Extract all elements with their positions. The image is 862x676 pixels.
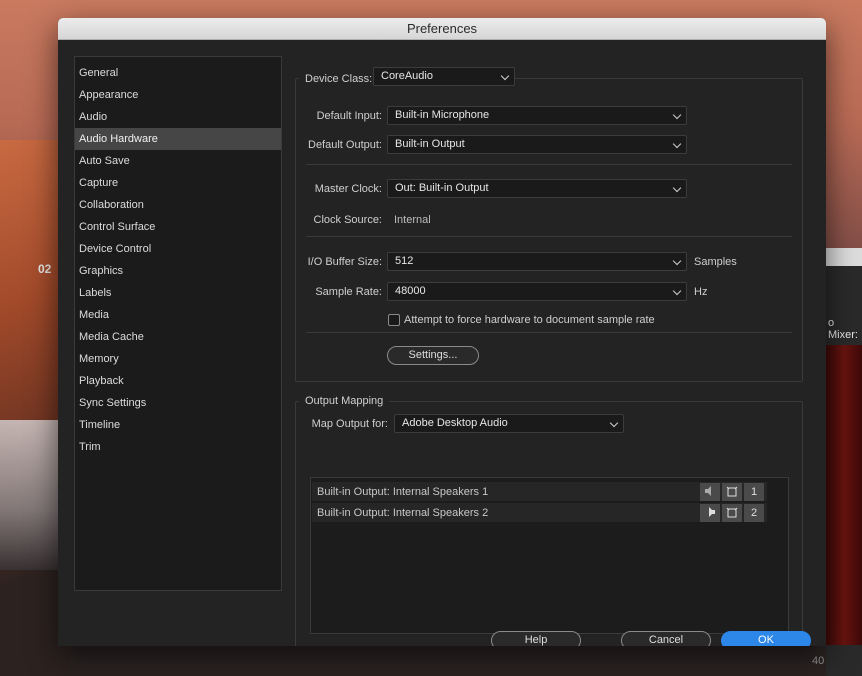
preferences-content: General Appearance Audio Audio Hardware … bbox=[58, 40, 826, 646]
device-class-row: Device Class: bbox=[299, 69, 379, 89]
sidebar-item-general[interactable]: General bbox=[75, 62, 281, 84]
ok-button[interactable]: OK bbox=[721, 631, 811, 646]
default-output-label: Default Output: bbox=[308, 139, 382, 151]
sidebar-item-device-control[interactable]: Device Control bbox=[75, 238, 281, 260]
chevron-down-icon bbox=[500, 71, 510, 81]
sidebar-item-timeline[interactable]: Timeline bbox=[75, 414, 281, 436]
output-mapping-list: Built-in Output: Internal Speakers 1 1 B… bbox=[310, 477, 789, 634]
speaker-right-icon bbox=[700, 504, 720, 522]
desktop-snow bbox=[0, 420, 60, 570]
mapping-row-label: Built-in Output: Internal Speakers 1 bbox=[317, 486, 489, 498]
preferences-sidebar: General Appearance Audio Audio Hardware … bbox=[74, 56, 282, 591]
sidebar-item-media-cache[interactable]: Media Cache bbox=[75, 326, 281, 348]
master-clock-label: Master Clock: bbox=[314, 183, 382, 195]
channel-assign-icon[interactable] bbox=[722, 483, 742, 501]
map-output-value: Adobe Desktop Audio bbox=[402, 417, 508, 429]
background-app-header bbox=[826, 248, 862, 266]
default-output-value: Built-in Output bbox=[395, 138, 465, 150]
buffer-size-value: 512 bbox=[395, 255, 414, 267]
sidebar-item-trim[interactable]: Trim bbox=[75, 436, 281, 458]
chevron-down-icon bbox=[672, 139, 682, 149]
default-input-value: Built-in Microphone bbox=[395, 109, 490, 121]
mapping-channel-number: 1 bbox=[744, 483, 764, 501]
output-mapping-legend: Output Mapping bbox=[299, 392, 390, 410]
chevron-down-icon bbox=[672, 286, 682, 296]
force-sample-rate-label: Attempt to force hardware to document sa… bbox=[404, 314, 655, 326]
background-number: 40 bbox=[812, 655, 825, 667]
buffer-unit: Samples bbox=[694, 256, 737, 268]
sidebar-item-capture[interactable]: Capture bbox=[75, 172, 281, 194]
background-app-meter bbox=[826, 345, 862, 645]
sample-rate-dropdown[interactable]: 48000 bbox=[387, 282, 687, 301]
mapping-row[interactable]: Built-in Output: Internal Speakers 2 2 bbox=[312, 503, 767, 523]
sample-rate-label: Sample Rate: bbox=[315, 286, 382, 298]
speaker-left-icon bbox=[700, 483, 720, 501]
sidebar-item-audio-hardware[interactable]: Audio Hardware bbox=[75, 128, 281, 150]
divider bbox=[306, 332, 792, 333]
buffer-size-label: I/O Buffer Size: bbox=[307, 256, 382, 268]
sidebar-item-audio[interactable]: Audio bbox=[75, 106, 281, 128]
background-mixer-label: o Mixer: bbox=[828, 317, 858, 341]
chevron-down-icon bbox=[672, 183, 682, 193]
default-output-dropdown[interactable]: Built-in Output bbox=[387, 135, 687, 154]
device-class-dropdown[interactable]: CoreAudio bbox=[373, 67, 515, 86]
sidebar-item-sync-settings[interactable]: Sync Settings bbox=[75, 392, 281, 414]
sidebar-item-media[interactable]: Media bbox=[75, 304, 281, 326]
background-label: 02 bbox=[38, 262, 52, 276]
sidebar-item-collaboration[interactable]: Collaboration bbox=[75, 194, 281, 216]
map-output-dropdown[interactable]: Adobe Desktop Audio bbox=[394, 414, 624, 433]
mapping-row-label: Built-in Output: Internal Speakers 2 bbox=[317, 507, 489, 519]
chevron-down-icon bbox=[672, 110, 682, 120]
mapping-row[interactable]: Built-in Output: Internal Speakers 1 1 bbox=[312, 482, 767, 502]
device-class-label: Device Class: bbox=[305, 73, 373, 85]
master-clock-value: Out: Built-in Output bbox=[395, 182, 489, 194]
chevron-down-icon bbox=[609, 418, 619, 428]
sidebar-item-labels[interactable]: Labels bbox=[75, 282, 281, 304]
mapping-channel-number: 2 bbox=[744, 504, 764, 522]
sidebar-item-playback[interactable]: Playback bbox=[75, 370, 281, 392]
preferences-window: Preferences General Appearance Audio Aud… bbox=[58, 18, 826, 646]
clock-source-label: Clock Source: bbox=[313, 214, 382, 226]
divider bbox=[306, 236, 792, 237]
master-clock-dropdown[interactable]: Out: Built-in Output bbox=[387, 179, 687, 198]
force-sample-rate-checkbox[interactable] bbox=[388, 314, 400, 326]
buffer-size-dropdown[interactable]: 512 bbox=[387, 252, 687, 271]
chevron-down-icon bbox=[672, 256, 682, 266]
default-input-label: Default Input: bbox=[316, 110, 382, 122]
settings-button[interactable]: Settings... bbox=[387, 346, 479, 365]
map-output-label: Map Output for: bbox=[311, 418, 388, 430]
sidebar-item-memory[interactable]: Memory bbox=[75, 348, 281, 370]
sidebar-item-auto-save[interactable]: Auto Save bbox=[75, 150, 281, 172]
default-input-dropdown[interactable]: Built-in Microphone bbox=[387, 106, 687, 125]
sidebar-item-control-surface[interactable]: Control Surface bbox=[75, 216, 281, 238]
clock-source-value: Internal bbox=[394, 214, 431, 226]
help-button[interactable]: Help bbox=[491, 631, 581, 646]
sample-rate-unit: Hz bbox=[694, 286, 708, 298]
sidebar-item-appearance[interactable]: Appearance bbox=[75, 84, 281, 106]
sample-rate-value: 48000 bbox=[395, 285, 426, 297]
window-title: Preferences bbox=[58, 18, 826, 40]
device-class-value: CoreAudio bbox=[381, 70, 433, 82]
channel-assign-icon[interactable] bbox=[722, 504, 742, 522]
cancel-button[interactable]: Cancel bbox=[621, 631, 711, 646]
sidebar-item-graphics[interactable]: Graphics bbox=[75, 260, 281, 282]
divider bbox=[306, 164, 792, 165]
